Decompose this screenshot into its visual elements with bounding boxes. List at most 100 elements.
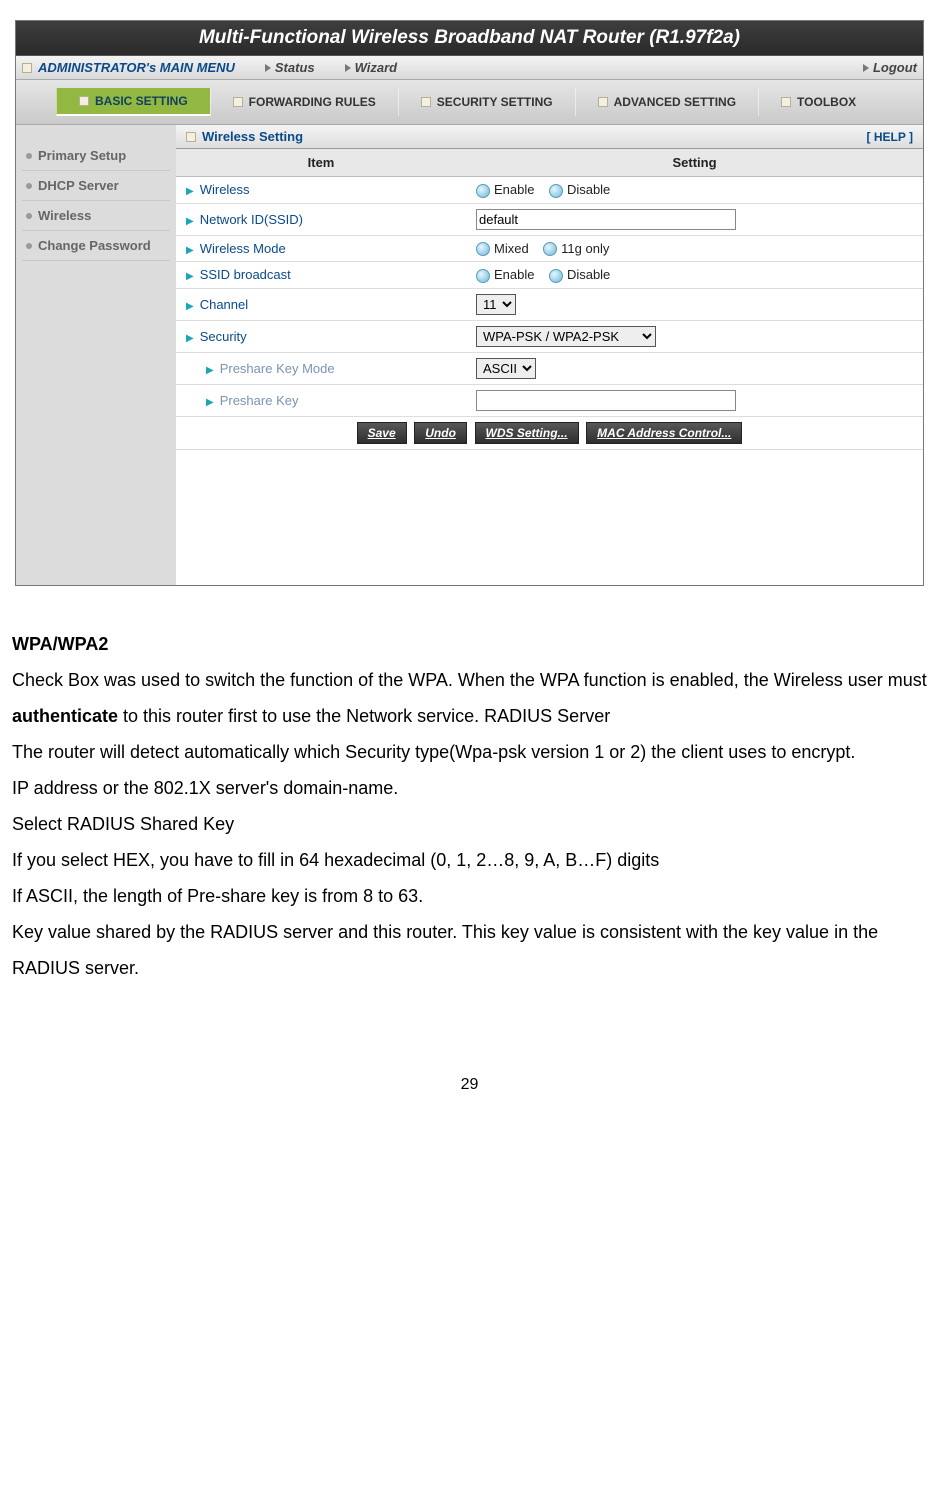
wds-setting-button[interactable]: WDS Setting... xyxy=(475,422,579,444)
mac-address-control-button[interactable]: MAC Address Control... xyxy=(586,422,742,444)
radio-mode-11g[interactable] xyxy=(543,242,557,256)
panel-header: Wireless Setting [ HELP ] xyxy=(176,125,923,149)
radio-wireless-disable[interactable] xyxy=(549,184,563,198)
document-body: WPA/WPA2 Check Box was used to switch th… xyxy=(10,626,929,986)
tab-advanced-label: ADVANCED SETTING xyxy=(614,95,736,109)
square-bullet-icon xyxy=(233,97,243,107)
sidebar-item-primary-setup[interactable]: Primary Setup xyxy=(22,141,170,171)
sidebar: Primary Setup DHCP Server Wireless Chang… xyxy=(16,125,176,585)
paragraph-4: Select RADIUS Shared Key xyxy=(12,806,929,842)
triangle-icon: ▶ xyxy=(186,245,194,256)
tab-toolbox[interactable]: TOOLBOX xyxy=(758,88,878,116)
row-channel-label: Channel xyxy=(200,297,248,312)
tab-forwarding-rules[interactable]: FORWARDING RULES xyxy=(210,88,398,116)
preshare-key-input[interactable] xyxy=(476,390,736,411)
p1c: to this router first to use the Network … xyxy=(118,706,610,726)
row-ssid-broadcast: ▶SSID broadcast Enable Disable xyxy=(176,262,923,289)
menu-logout-text: Logout xyxy=(873,60,917,75)
radio-ssidb-disable-label: Disable xyxy=(567,267,610,282)
channel-select[interactable]: 11 xyxy=(476,294,516,315)
tab-bar: BASIC SETTING FORWARDING RULES SECURITY … xyxy=(16,80,923,125)
triangle-icon: ▶ xyxy=(186,271,194,282)
sidebar-item-dhcp-server[interactable]: DHCP Server xyxy=(22,171,170,201)
undo-button[interactable]: Undo xyxy=(414,422,467,444)
paragraph-7: Key value shared by the RADIUS server an… xyxy=(12,914,929,986)
triangle-icon: ▶ xyxy=(206,397,214,408)
menu-wizard[interactable]: Wizard xyxy=(345,60,398,75)
triangle-icon: ▶ xyxy=(186,301,194,312)
row-ssid-label: Network ID(SSID) xyxy=(200,212,303,227)
row-wireless: ▶ Wireless Enable Disable xyxy=(176,177,923,204)
sidebar-changepw-label: Change Password xyxy=(38,238,151,253)
th-setting: Setting xyxy=(466,149,923,177)
table-header-row: Item Setting xyxy=(176,149,923,177)
router-screenshot: Multi-Functional Wireless Broadband NAT … xyxy=(15,20,924,586)
square-bullet-icon xyxy=(186,132,196,142)
row-mode-label: Wireless Mode xyxy=(200,241,286,256)
radio-wireless-enable[interactable] xyxy=(476,184,490,198)
square-bullet-icon xyxy=(598,97,608,107)
th-item: Item xyxy=(176,149,466,177)
save-button[interactable]: Save xyxy=(357,422,407,444)
tab-toolbox-label: TOOLBOX xyxy=(797,95,856,109)
triangle-icon: ▶ xyxy=(186,186,194,197)
radio-mode-mixed[interactable] xyxy=(476,242,490,256)
menu-wizard-text: Wizard xyxy=(355,60,398,75)
sidebar-item-change-password[interactable]: Change Password xyxy=(22,231,170,261)
sidebar-wireless-label: Wireless xyxy=(38,208,91,223)
settings-table: Item Setting ▶ Wireless Enable Disable ▶ N… xyxy=(176,149,923,450)
triangle-icon xyxy=(265,64,271,72)
tab-forwarding-label: FORWARDING RULES xyxy=(249,95,376,109)
row-wireless-mode: ▶Wireless Mode Mixed 11g only xyxy=(176,235,923,262)
app-title-bar: Multi-Functional Wireless Broadband NAT … xyxy=(16,21,923,56)
dot-icon xyxy=(26,183,32,189)
ssid-input[interactable] xyxy=(476,209,736,230)
square-bullet-icon xyxy=(79,96,89,106)
content-panel: Wireless Setting [ HELP ] Item Setting ▶… xyxy=(176,125,923,585)
dot-icon xyxy=(26,213,32,219)
tab-advanced-setting[interactable]: ADVANCED SETTING xyxy=(575,88,758,116)
radio-mode-mixed-label: Mixed xyxy=(494,241,529,256)
tab-security-setting[interactable]: SECURITY SETTING xyxy=(398,88,575,116)
paragraph-5: If you select HEX, you have to fill in 6… xyxy=(12,842,929,878)
row-channel: ▶ Channel 11 xyxy=(176,288,923,320)
square-bullet-icon xyxy=(781,97,791,107)
dot-icon xyxy=(26,243,32,249)
row-preshare-key-mode: ▶Preshare Key Mode ASCII xyxy=(176,352,923,384)
radio-wireless-disable-label: Disable xyxy=(567,182,610,197)
tab-security-label: SECURITY SETTING xyxy=(437,95,553,109)
paragraph-1: Check Box was used to switch the functio… xyxy=(12,662,929,734)
dot-icon xyxy=(26,153,32,159)
radio-wireless-enable-label: Enable xyxy=(494,182,534,197)
row-pk-label: Preshare Key xyxy=(220,393,299,408)
square-bullet-icon xyxy=(22,63,32,73)
row-wireless-label: Wireless xyxy=(200,182,250,197)
radio-ssidb-disable[interactable] xyxy=(549,269,563,283)
p1b: authenticate xyxy=(12,706,118,726)
heading-wpa: WPA/WPA2 xyxy=(12,626,929,662)
main-menu-label-text: ADMINISTRATOR's MAIN MENU xyxy=(38,60,235,75)
main-menu-label: ADMINISTRATOR's MAIN MENU xyxy=(22,60,235,75)
menu-logout[interactable]: Logout xyxy=(863,60,917,75)
square-bullet-icon xyxy=(421,97,431,107)
triangle-icon xyxy=(345,64,351,72)
row-buttons: Save Undo WDS Setting... MAC Address Con… xyxy=(176,416,923,449)
menu-status-text: Status xyxy=(275,60,315,75)
triangle-icon: ▶ xyxy=(186,333,194,344)
row-ssid: ▶ Network ID(SSID) xyxy=(176,203,923,235)
radio-ssidb-enable[interactable] xyxy=(476,269,490,283)
paragraph-2: The router will detect automatically whi… xyxy=(12,734,929,770)
sidebar-dhcp-label: DHCP Server xyxy=(38,178,119,193)
main-menu-bar: ADMINISTRATOR's MAIN MENU Status Wizard … xyxy=(16,56,923,80)
row-pkmode-label: Preshare Key Mode xyxy=(220,361,335,376)
security-select[interactable]: WPA-PSK / WPA2-PSK xyxy=(476,326,656,347)
row-ssidb-label: SSID broadcast xyxy=(200,267,291,282)
preshare-key-mode-select[interactable]: ASCII xyxy=(476,358,536,379)
triangle-icon: ▶ xyxy=(186,216,194,227)
menu-status[interactable]: Status xyxy=(265,60,315,75)
help-link[interactable]: [ HELP ] xyxy=(867,130,913,144)
sidebar-item-wireless[interactable]: Wireless xyxy=(22,201,170,231)
sidebar-primary-label: Primary Setup xyxy=(38,148,126,163)
row-security: ▶Security WPA-PSK / WPA2-PSK xyxy=(176,320,923,352)
tab-basic-setting[interactable]: BASIC SETTING xyxy=(56,88,210,116)
